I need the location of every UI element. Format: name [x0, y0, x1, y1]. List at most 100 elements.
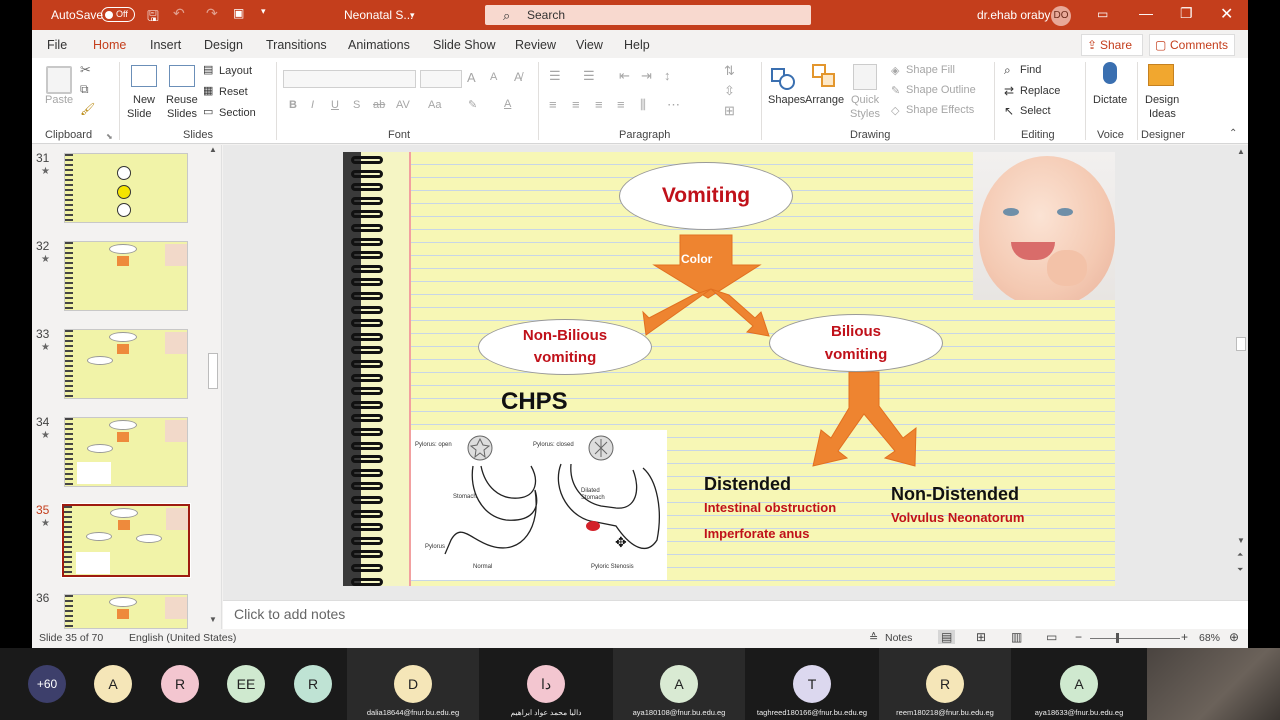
participant-tile[interactable]: دا داليا محمد عواد ابراهيم: [480, 648, 612, 720]
layout-button[interactable]: Layout: [219, 65, 252, 77]
zoom-out-icon[interactable]: −: [1075, 630, 1082, 644]
vomiting-node[interactable]: Vomiting: [619, 162, 793, 230]
highlight-icon[interactable]: ✎: [468, 98, 477, 111]
tab-help[interactable]: Help: [624, 38, 650, 52]
comments-button[interactable]: ▢ Comments: [1149, 34, 1235, 56]
bullets-icon[interactable]: ☰: [549, 68, 561, 84]
undo-icon[interactable]: ↶: [173, 5, 185, 22]
participant-tile[interactable]: A aya18633@fnur.bu.edu.eg: [1012, 648, 1146, 720]
tab-view[interactable]: View: [576, 38, 603, 52]
underline-icon[interactable]: U: [331, 99, 339, 111]
chevron-down-icon[interactable]: ▾: [410, 10, 415, 21]
autosave-toggle[interactable]: Off: [101, 7, 135, 22]
tab-insert[interactable]: Insert: [150, 38, 181, 52]
copy-icon[interactable]: ⧉: [80, 82, 89, 97]
find-button[interactable]: Find: [1020, 64, 1041, 76]
section-button[interactable]: Section: [219, 107, 256, 119]
paste-icon[interactable]: [46, 66, 72, 94]
tab-review[interactable]: Review: [515, 38, 556, 52]
text-direction-icon[interactable]: ⇅: [724, 63, 735, 79]
shadow-icon[interactable]: S: [353, 99, 360, 111]
tab-design[interactable]: Design: [204, 38, 243, 52]
distended-label[interactable]: Distended: [704, 474, 791, 495]
shapes-icon[interactable]: [771, 64, 797, 90]
slideshow-icon[interactable]: ▭: [1046, 630, 1057, 644]
thumbnails-scrollbar[interactable]: ▲ ▼: [206, 145, 220, 629]
zoom-in-icon[interactable]: +: [1181, 630, 1188, 644]
font-color-icon[interactable]: A: [504, 98, 511, 110]
slide-thumbnail-36[interactable]: [64, 594, 188, 629]
line-spacing-icon[interactable]: ↕: [664, 68, 671, 83]
slide-thumbnail-32[interactable]: [64, 241, 188, 311]
reuse-label-2[interactable]: Slides: [167, 108, 197, 120]
present-icon[interactable]: ▣: [233, 6, 244, 20]
slide-thumbnail-31[interactable]: [64, 153, 188, 223]
paragraph-options-icon[interactable]: ⋯: [667, 97, 680, 113]
previous-slide-icon[interactable]: ⏶: [1237, 550, 1243, 560]
smartart-icon[interactable]: ⊞: [724, 103, 735, 119]
reset-button[interactable]: Reset: [219, 86, 248, 98]
tab-slide-show[interactable]: Slide Show: [433, 38, 496, 52]
normal-view-icon[interactable]: ▤: [938, 630, 956, 644]
self-video-tile[interactable]: [1147, 648, 1280, 720]
arrange-button[interactable]: Arrange: [805, 94, 844, 106]
participant-tile[interactable]: R reem180218@fnur.bu.edu.eg: [879, 648, 1011, 720]
replace-button[interactable]: Replace: [1020, 85, 1060, 97]
non-distended-label[interactable]: Non-Distended: [891, 484, 1019, 505]
slide-thumbnail-34[interactable]: [64, 417, 188, 487]
notes-placeholder[interactable]: Click to add notes: [234, 606, 345, 622]
scroll-thumb[interactable]: [208, 353, 218, 389]
participant-avatar[interactable]: R: [161, 665, 199, 703]
zoom-slider-thumb[interactable]: [1116, 633, 1119, 643]
participant-avatar[interactable]: A: [94, 665, 132, 703]
slide-scrollbar[interactable]: ▲ ▼ ⏶ ⏷: [1234, 145, 1248, 600]
tab-file[interactable]: File: [47, 38, 67, 52]
participant-tile[interactable]: D dalia18644@fnur.bu.edu.eg: [347, 648, 479, 720]
shapes-button[interactable]: Shapes: [768, 94, 805, 106]
minimize-icon[interactable]: —: [1139, 5, 1153, 21]
bilious-node[interactable]: Bilious vomiting: [769, 314, 943, 372]
shrink-font-icon[interactable]: A: [490, 71, 497, 83]
quick-styles-label-2[interactable]: Styles: [850, 108, 880, 120]
baby-photo[interactable]: [973, 152, 1115, 300]
increase-indent-icon[interactable]: ⇥: [641, 68, 652, 84]
quick-styles-label-1[interactable]: Quick: [851, 94, 879, 106]
bold-icon[interactable]: B: [289, 99, 297, 111]
chps-label[interactable]: CHPS: [501, 388, 568, 416]
share-button[interactable]: ⇪ Share: [1081, 34, 1143, 56]
scroll-up-icon[interactable]: ▲: [209, 145, 217, 154]
participant-avatar[interactable]: R: [294, 665, 332, 703]
design-ideas-label-1[interactable]: Design: [1145, 94, 1179, 106]
font-size-field[interactable]: [420, 70, 462, 88]
shape-fill-button[interactable]: Shape Fill: [906, 64, 955, 76]
notes-button[interactable]: Notes: [885, 632, 912, 644]
design-ideas-label-2[interactable]: Ideas: [1149, 108, 1176, 120]
clear-format-icon[interactable]: A̸: [514, 70, 522, 84]
tab-transitions[interactable]: Transitions: [266, 38, 327, 52]
restore-icon[interactable]: ❐: [1180, 5, 1193, 22]
participant-avatar[interactable]: EE: [227, 665, 265, 703]
redo-icon[interactable]: ↷: [206, 5, 218, 22]
non-distended-item[interactable]: Volvulus Neonatorum: [891, 510, 1024, 525]
user-name[interactable]: dr.ehab oraby: [977, 8, 1050, 22]
participant-tile[interactable]: A aya180108@fnur.bu.edu.eg: [613, 648, 745, 720]
save-icon[interactable]: 🖫: [147, 6, 159, 30]
shape-outline-button[interactable]: Shape Outline: [906, 84, 976, 96]
arrange-icon[interactable]: [812, 64, 838, 90]
quick-styles-icon[interactable]: [853, 64, 877, 90]
current-slide[interactable]: Color Vomiting Non-Bilious vomiting Bili…: [343, 152, 1115, 586]
change-case-icon[interactable]: Aa: [428, 99, 441, 111]
ribbon-display-icon[interactable]: ▭: [1097, 7, 1108, 21]
distended-item[interactable]: Imperforate anus: [704, 526, 809, 541]
format-painter-icon[interactable]: 🖌: [80, 102, 95, 116]
tab-home[interactable]: Home: [93, 38, 127, 61]
cut-icon[interactable]: ✂: [80, 62, 91, 78]
fit-slide-icon[interactable]: ⊕: [1229, 630, 1239, 644]
more-participants-badge[interactable]: +60: [28, 665, 66, 703]
reuse-label-1[interactable]: Reuse: [166, 94, 198, 106]
reset-icon[interactable]: ▦: [203, 84, 213, 97]
notes-icon[interactable]: ≙: [869, 631, 878, 644]
numbering-icon[interactable]: ☰: [583, 68, 595, 84]
layout-icon[interactable]: ▤: [203, 63, 213, 76]
strikethrough-icon[interactable]: ab: [373, 99, 385, 111]
